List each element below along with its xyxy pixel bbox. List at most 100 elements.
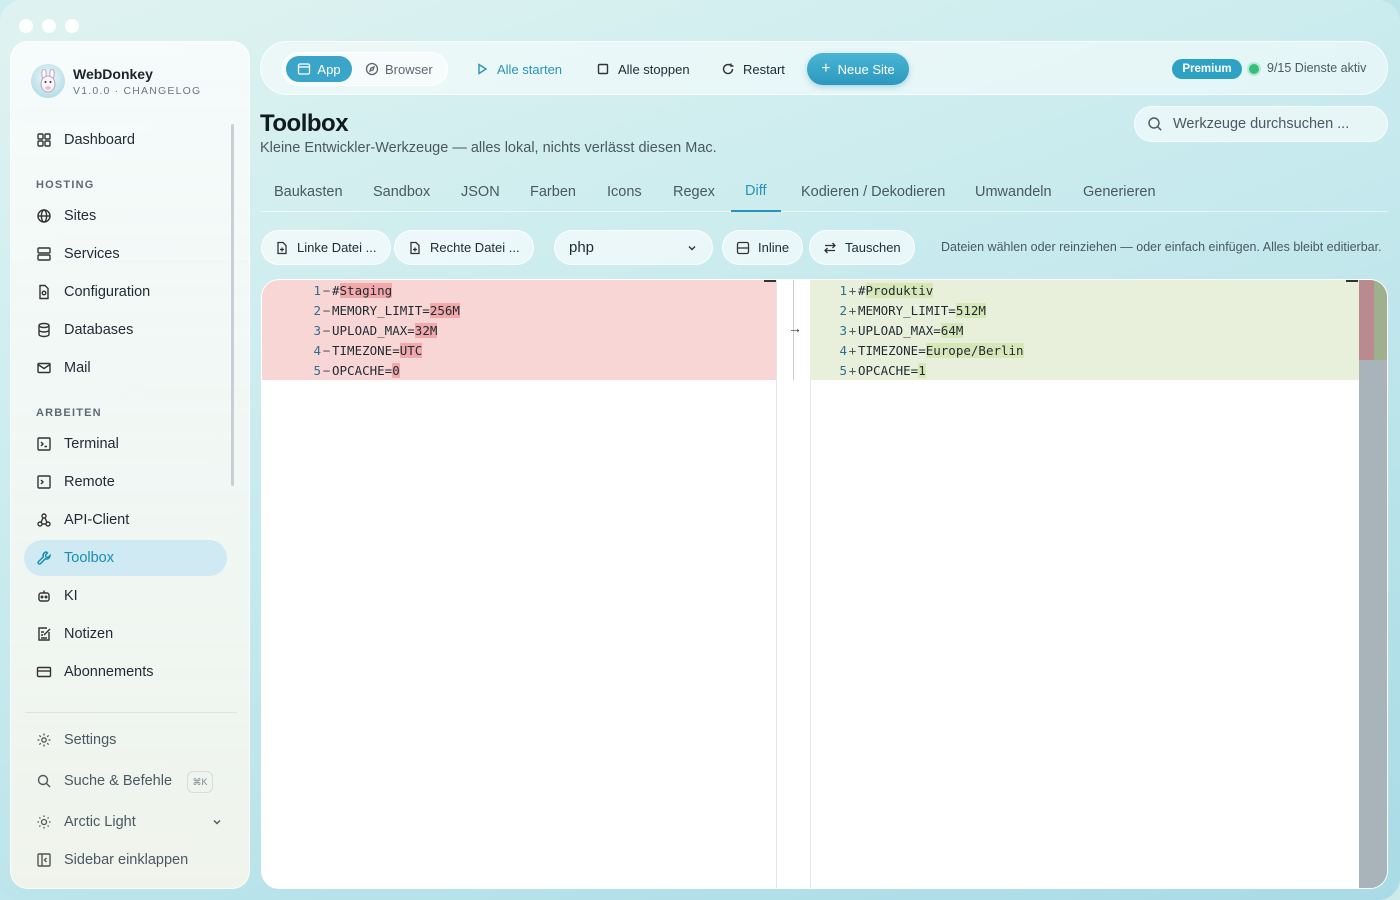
database-icon (38, 322, 50, 338)
right-line-4: 4 + TIMEZONE= Europe/Berlin (810, 340, 1360, 360)
tab-baukasten[interactable]: Baukasten (260, 172, 357, 212)
restart-button[interactable]: Restart (721, 52, 785, 86)
sun-icon (37, 815, 51, 829)
line-number: 2 (839, 302, 847, 318)
deletion-marker: − (322, 322, 331, 338)
window-icon (298, 63, 311, 75)
line-text: OPCACHE= (858, 362, 919, 378)
sidebar-item-notizen[interactable]: Notizen (24, 616, 227, 652)
tab-regex[interactable]: Regex (659, 172, 729, 212)
section-hosting: HOSTING (36, 179, 95, 191)
line-number: 2 (313, 302, 321, 318)
section-arbeiten: ARBEITEN (36, 407, 102, 419)
api-icon (37, 513, 51, 527)
app-mode-button[interactable]: App (286, 56, 352, 82)
sidebar-item-label: KI (64, 588, 78, 604)
sidebar-item-dashboard[interactable]: Dashboard (24, 122, 227, 158)
deletion-marker: − (322, 282, 331, 298)
right-file-button[interactable]: Rechte Datei ... (394, 230, 534, 265)
chevron-down-icon (213, 820, 221, 825)
tab-json[interactable]: JSON (447, 172, 514, 212)
language-select[interactable]: php (554, 230, 713, 265)
changed-text: Staging (339, 282, 393, 298)
deletion-marker: − (322, 342, 331, 358)
swap-label: Tauschen (845, 240, 901, 255)
gear-icon (37, 733, 51, 747)
services-status[interactable]: 9/15 Dienste aktiv (1267, 61, 1366, 75)
sidebar-item-services[interactable]: Services (24, 236, 227, 272)
close-window-button[interactable] (19, 19, 33, 33)
left-pane[interactable]: 1− # Staging 2− MEMORY_LIMIT= 256M 3− UPLOAD… (262, 280, 776, 888)
tab-sandbox[interactable]: Sandbox (359, 172, 444, 212)
tool-search-input[interactable]: Werkzeuge durchsuchen ... (1134, 106, 1388, 142)
wrench-icon (37, 551, 51, 565)
start-all-button[interactable]: Alle starten (475, 52, 562, 86)
ruler-track (1359, 360, 1387, 888)
status-dot (1249, 64, 1259, 74)
line-text: MEMORY_LIMIT= (858, 302, 956, 318)
new-site-button[interactable]: + Neue Site (807, 53, 909, 85)
start-all-label: Alle starten (497, 61, 563, 77)
compass-icon (365, 62, 379, 76)
tool-tabs: Baukasten Sandbox JSON Farben Icons Rege… (260, 172, 1388, 212)
premium-badge[interactable]: Premium (1172, 59, 1242, 79)
stop-all-button[interactable]: Alle stoppen (596, 52, 690, 86)
sidebar-item-mail[interactable]: Mail (24, 350, 227, 386)
diff-overview-ruler[interactable] (1359, 280, 1387, 888)
swap-icon (824, 242, 836, 253)
chevron-down-icon (688, 245, 696, 250)
zoom-window-button[interactable] (65, 19, 79, 33)
right-line-3: 3 + UPLOAD_MAX= 64M (810, 320, 1360, 340)
view-mode-toggle: App Browser (282, 52, 448, 86)
sidebar-item-sites[interactable]: Sites (24, 198, 227, 234)
right-line-2: 2 + MEMORY_LIMIT= 512M (810, 300, 1360, 320)
sidebar-item-remote[interactable]: Remote (24, 464, 227, 500)
inline-toggle-button[interactable]: Inline (722, 230, 804, 265)
dashboard-icon (37, 133, 51, 147)
tab-generieren[interactable]: Generieren (1069, 172, 1170, 212)
page-subtitle: Kleine Entwickler-Werkzeuge — alles loka… (260, 140, 717, 156)
line-number: 5 (313, 362, 321, 378)
left-file-button[interactable]: Linke Datei ... (261, 230, 391, 265)
sidebar-item-ki[interactable]: KI (24, 578, 227, 614)
version-changelog-link[interactable]: V1.0.0 · CHANGELOG (73, 85, 201, 97)
left-line-5: 5− OPCACHE= 0 (262, 360, 776, 380)
pane-border (776, 280, 777, 888)
tab-kodieren[interactable]: Kodieren / Dekodieren (787, 172, 959, 212)
search-icon (37, 774, 51, 788)
theme-selector[interactable]: Arctic Light (24, 804, 227, 840)
app-mode-label: App (317, 61, 341, 77)
language-value: php (569, 239, 595, 256)
swap-button[interactable]: Tauschen (809, 230, 915, 265)
sidebar-item-configuration[interactable]: Configuration (24, 274, 227, 310)
sidebar-item-search-commands[interactable]: Suche & Befehle ⌘K (24, 763, 227, 799)
line-text: TIMEZONE= (332, 342, 400, 358)
minimize-window-button[interactable] (42, 19, 56, 33)
changed-text: 512M (955, 302, 986, 318)
brand[interactable]: WebDonkey V1.0.0 · CHANGELOG (31, 64, 201, 98)
browser-mode-button[interactable]: Browser (365, 56, 433, 82)
sidebar-item-api-client[interactable]: API-Client (24, 502, 227, 538)
app-window: WebDonkey V1.0.0 · CHANGELOG Dashboard H… (0, 0, 1400, 900)
deletion-marker: − (322, 302, 331, 318)
file-plus-icon (410, 241, 420, 254)
restart-icon (722, 63, 734, 75)
right-pane[interactable]: 1 + # Produktiv 2 + MEMORY_LIMIT= 512M 3 + UPLO… (810, 280, 1360, 888)
addition-marker: + (848, 342, 857, 358)
tab-umwandeln[interactable]: Umwandeln (961, 172, 1066, 212)
sidebar-item-toolbox[interactable]: Toolbox (24, 540, 227, 576)
line-number: 5 (839, 362, 847, 378)
left-line-3: 3− UPLOAD_MAX= 32M (262, 320, 776, 340)
diff-editor: 1− # Staging 2− MEMORY_LIMIT= 256M 3− UPLOAD… (261, 279, 1388, 889)
sidebar-item-databases[interactable]: Databases (24, 312, 227, 348)
sidebar-item-terminal[interactable]: Terminal (24, 426, 227, 462)
tab-farben[interactable]: Farben (516, 172, 590, 212)
tab-icons[interactable]: Icons (593, 172, 656, 212)
addition-marker: + (848, 302, 857, 318)
sidebar-item-settings[interactable]: Settings (24, 722, 227, 758)
sidebar-scrollbar[interactable] (231, 124, 234, 486)
changed-text: 64M (940, 322, 964, 338)
sidebar-item-abonnements[interactable]: Abonnements (24, 654, 227, 690)
tab-diff[interactable]: Diff (731, 172, 781, 212)
sidebar-collapse-button[interactable]: Sidebar einklappen (24, 842, 227, 878)
